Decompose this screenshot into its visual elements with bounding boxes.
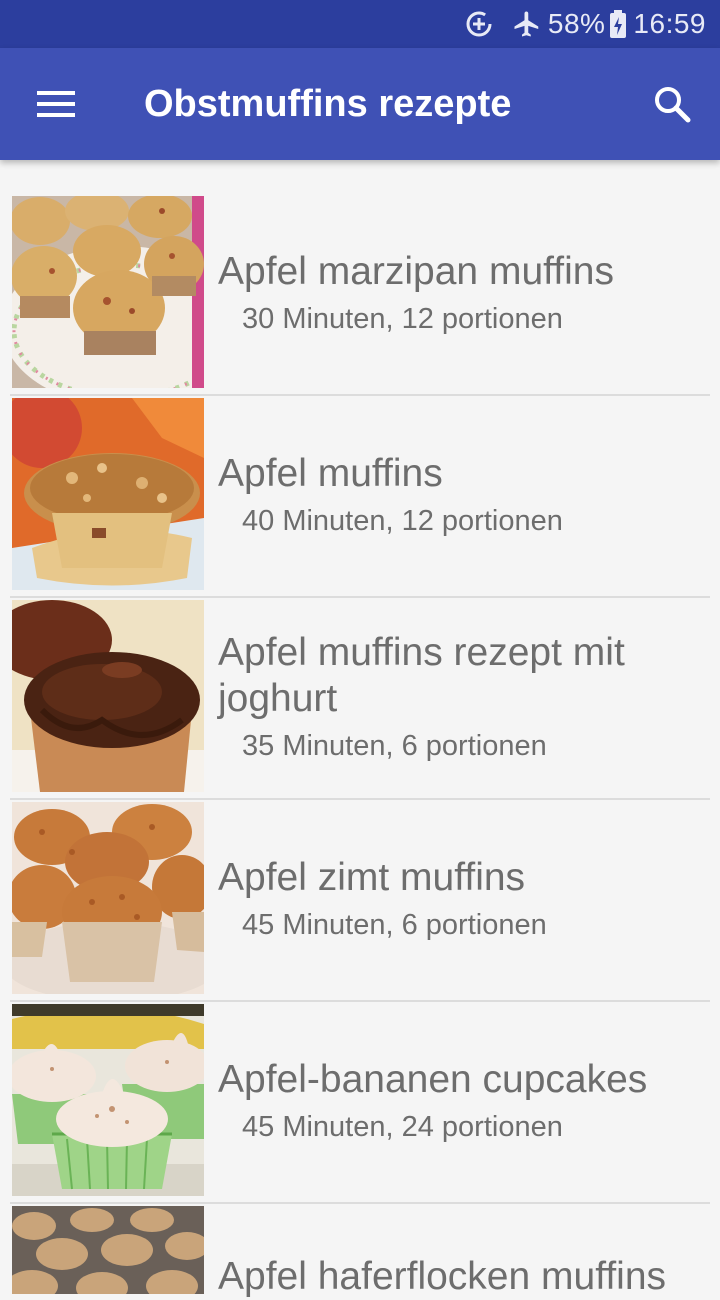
recipe-thumbnail-image (12, 1206, 204, 1294)
battery-icon (609, 9, 627, 39)
recipe-item[interactable]: Apfel zimt muffins 45 Minuten, 6 portion… (10, 800, 710, 1002)
clock: 16:59 (633, 8, 706, 39)
recipe-item[interactable]: Apfel-bananen cupcakes 45 Minuten, 24 po… (10, 1002, 710, 1204)
battery-percent: 58% (547, 8, 606, 39)
recipe-list[interactable]: Apfel marzipan muffins 30 Minuten, 12 po… (10, 194, 710, 1298)
recipe-thumbnail-image (12, 600, 204, 792)
recipe-title: Apfel-bananen cupcakes (218, 1058, 648, 1101)
recipe-meta: 35 Minuten, 6 portionen (242, 730, 547, 762)
recipe-thumbnail-image (12, 1004, 204, 1196)
recipe-meta: 45 Minuten, 6 portionen (242, 909, 547, 941)
recipe-meta: 30 Minuten, 12 portionen (242, 303, 563, 335)
recipe-item[interactable]: Apfel haferflocken muffins (10, 1204, 710, 1298)
status-bar: 58% 16:59 (0, 0, 720, 48)
recipe-item[interactable]: Apfel marzipan muffins 30 Minuten, 12 po… (10, 194, 710, 396)
recipe-meta: 40 Minuten, 12 portionen (242, 505, 563, 537)
search-icon (655, 87, 691, 123)
app-bar: Obstmuffins rezepte (0, 48, 720, 160)
page-title: Obstmuffins rezepte (144, 82, 512, 125)
menu-button[interactable] (0, 48, 112, 160)
recipe-title: Apfel zimt muffins (218, 856, 526, 899)
recipe-meta: 45 Minuten, 24 portionen (242, 1111, 563, 1143)
hamburger-menu-icon (37, 91, 75, 117)
recipe-title: Apfel muffins (218, 452, 443, 495)
recipe-item[interactable]: Apfel muffins 40 Minuten, 12 portionen (10, 396, 710, 598)
recipe-item[interactable]: Apfel muffins rezept mit joghurt 35 Minu… (10, 598, 710, 800)
airplane-mode-icon (512, 9, 542, 39)
search-button[interactable] (624, 48, 720, 160)
recipe-thumbnail-image (12, 398, 204, 590)
recipe-title: Apfel marzipan muffins (218, 250, 614, 293)
recipe-thumbnail-image (12, 802, 204, 994)
recipe-thumbnail-image (12, 196, 204, 388)
data-saver-icon (464, 9, 494, 39)
recipe-title: Apfel muffins rezept mit joghurt (218, 631, 625, 720)
recipe-title: Apfel haferflocken muffins (218, 1255, 667, 1298)
